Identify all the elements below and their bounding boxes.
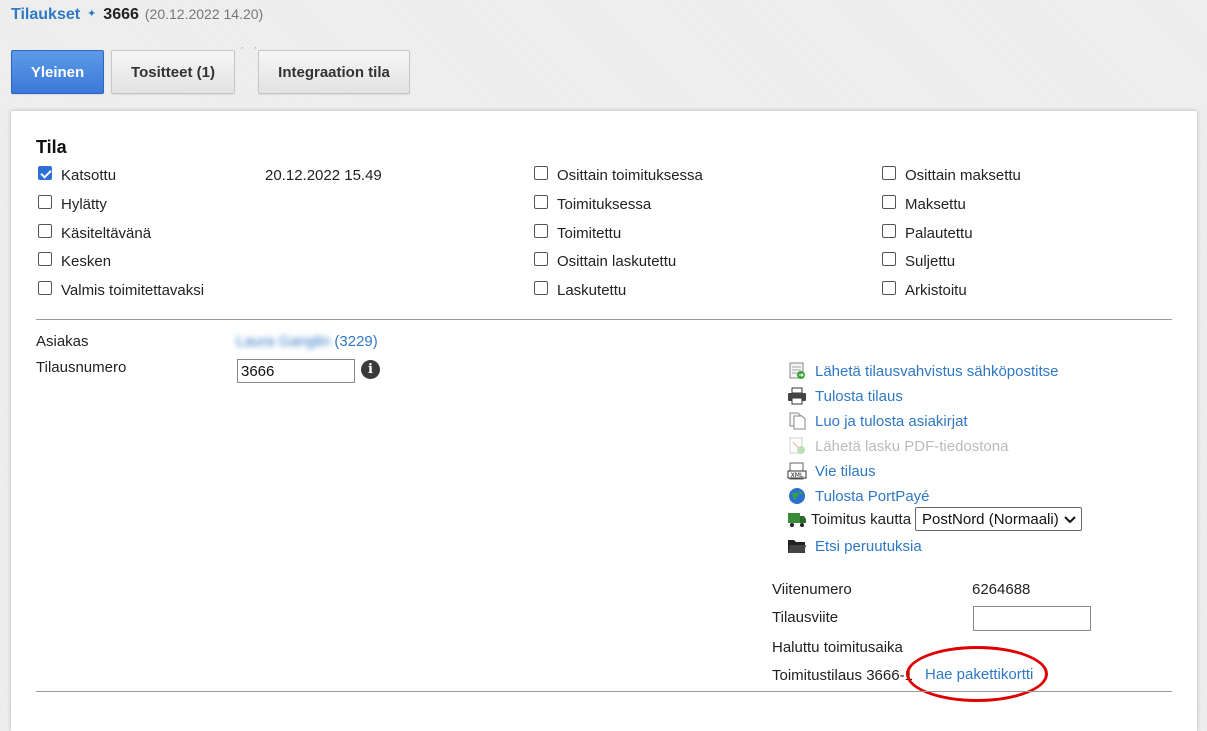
send-invoice-pdf-label: Lähetä lasku PDF-tiedostona [815,437,1009,455]
tilausnumero-label: Tilausnumero [36,359,127,376]
send-invoice-pdf-action: Lähetä lasku PDF-tiedostona [787,436,1008,456]
print-portpaye-action[interactable]: Tulosta PortPayé [787,486,930,506]
checkbox-label: Osittain maksettu [905,166,1021,184]
checkbox-suljettu[interactable]: Suljettu [882,251,955,271]
print-order-action[interactable]: Tulosta tilaus [787,386,903,406]
checkbox-toimitettu[interactable]: Toimitettu [534,223,621,243]
export-order-action[interactable]: XML Vie tilaus [787,461,876,481]
checkbox-label: Valmis toimitettavaksi [61,281,205,299]
highlight-circle [906,646,1048,702]
printer-icon [787,387,807,405]
search-cancellations-link[interactable]: Etsi peruutuksia [815,538,922,555]
checkbox-checked[interactable] [38,166,52,180]
checkbox-osittain-laskutettu[interactable]: Osittain laskutettu [534,251,676,271]
checkbox-box[interactable] [38,195,52,209]
folder-icon [787,537,807,555]
info-icon[interactable]: i [361,360,380,379]
checkbox-maksettu[interactable]: Maksettu [882,194,966,214]
katsottu-timestamp: 20.12.2022 15.49 [265,167,382,184]
truck-icon [787,510,807,528]
checkbox-label: Katsottu [61,166,117,184]
checkbox-arkistoitu[interactable]: Arkistoitu [882,280,967,300]
checkbox-label: Suljettu [905,252,956,270]
checkbox-label: Hylätty [61,195,107,213]
checkbox-label: Laskutettu [557,281,627,299]
search-cancellations-action[interactable]: Etsi peruutuksia [787,536,922,556]
checkbox-palautettu[interactable]: Palautettu [882,223,973,243]
customer-name[interactable]: Laura Ganglin [236,333,330,350]
order-reference-input[interactable] [973,606,1091,631]
xml-icon: XML [787,462,807,480]
haluttu-toimitusaika-label: Haluttu toimitusaika [772,639,903,656]
checkbox-kesken[interactable]: Kesken [38,251,111,271]
send-confirmation-link[interactable]: Lähetä tilausvahvistus sähköpostitse [815,363,1058,380]
checkbox-box[interactable] [38,252,52,266]
checkbox-osittain-toimituksessa[interactable]: Osittain toimituksessa [534,165,703,185]
documents-icon [787,412,807,430]
checkbox-label: Käsiteltävänä [61,224,152,242]
breadcrumb: Tilaukset ✦ 3666 (20.12.2022 14.20) [11,6,263,28]
status-heading: Tila [36,137,67,157]
checkbox-hylatty[interactable]: Hylätty [38,194,107,214]
viitenumero-value: 6264688 [972,581,1031,598]
shipping-method-select[interactable]: PostNord (Normaali) [915,507,1082,531]
checkbox-label: Osittain toimituksessa [557,166,703,184]
chevron-down-icon [1064,512,1076,530]
print-order-link[interactable]: Tulosta tilaus [815,388,903,405]
checkbox-label: Maksettu [905,195,966,213]
breadcrumb-orders-link[interactable]: Tilaukset [11,6,80,24]
print-portpaye-link[interactable]: Tulosta PortPayé [815,488,930,505]
checkbox-label: Toimitettu [557,224,622,242]
checkbox-box[interactable] [534,252,548,266]
checkbox-box[interactable] [38,281,52,295]
customer-link[interactable]: Laura Ganglin (3229) [236,333,378,350]
checkbox-kasiteltavana[interactable]: Käsiteltävänä [38,223,151,243]
checkbox-label: Arkistoitu [905,281,967,299]
checkbox-laskutettu[interactable]: Laskutettu [534,280,626,300]
svg-text:XML: XML [791,472,804,479]
send-confirmation-action[interactable]: Lähetä tilausvahvistus sähköpostitse [787,361,1058,381]
checkbox-box[interactable] [534,224,548,238]
email-send-icon [787,362,807,380]
order-number-input[interactable] [237,359,355,383]
order-created-date: (20.12.2022 14.20) [144,6,264,22]
export-order-link[interactable]: Vie tilaus [815,463,876,480]
toimitustilaus-label: Toimitustilaus 3666-1 [772,667,913,684]
create-documents-link[interactable]: Luo ja tulosta asiakirjat [815,413,968,430]
globe-icon [787,487,807,505]
tilausviite-label: Tilausviite [772,609,839,626]
create-documents-action[interactable]: Luo ja tulosta asiakirjat [787,411,968,431]
shipping-method-value: PostNord (Normaali) [922,510,1059,528]
section-divider [36,691,1172,692]
checkbox-box[interactable] [534,281,548,295]
checkbox-box[interactable] [534,166,548,180]
section-divider [36,319,1172,320]
tab-yleinen[interactable]: Yleinen [11,50,104,94]
viitenumero-label: Viitenumero [772,581,852,598]
checkbox-label: Palautettu [905,224,973,242]
pdf-send-icon [787,437,807,455]
checkbox-box[interactable] [38,224,52,238]
checkbox-label: Toimituksessa [557,195,652,213]
shipping-label: Toimitus kautta [811,510,912,528]
checkbox-box[interactable] [882,224,896,238]
checkbox-valmis-toimitettavaksi[interactable]: Valmis toimitettavaksi [38,280,204,300]
page-title: 3666 [103,6,139,23]
tab-tositteet[interactable]: Tositteet (1) [111,50,235,94]
checkbox-box[interactable] [882,166,896,180]
checkbox-label: Osittain laskutettu [557,252,677,270]
checkbox-katsottu[interactable]: Katsottu [38,165,116,185]
checkbox-toimituksessa[interactable]: Toimituksessa [534,194,651,214]
checkbox-box[interactable] [534,195,548,209]
customer-id[interactable]: (3229) [334,333,377,350]
breadcrumb-separator-icon: ✦ [87,8,97,20]
checkbox-box[interactable] [882,195,896,209]
checkbox-osittain-maksettu[interactable]: Osittain maksettu [882,165,1021,185]
shipping-method-row: Toimitus kautta [787,509,911,529]
checkbox-label: Kesken [61,252,112,270]
tab-integraation-tila[interactable]: Integraation tila [258,50,410,94]
checkbox-box[interactable] [882,252,896,266]
checkbox-box[interactable] [882,281,896,295]
asiakas-label: Asiakas [36,333,89,350]
